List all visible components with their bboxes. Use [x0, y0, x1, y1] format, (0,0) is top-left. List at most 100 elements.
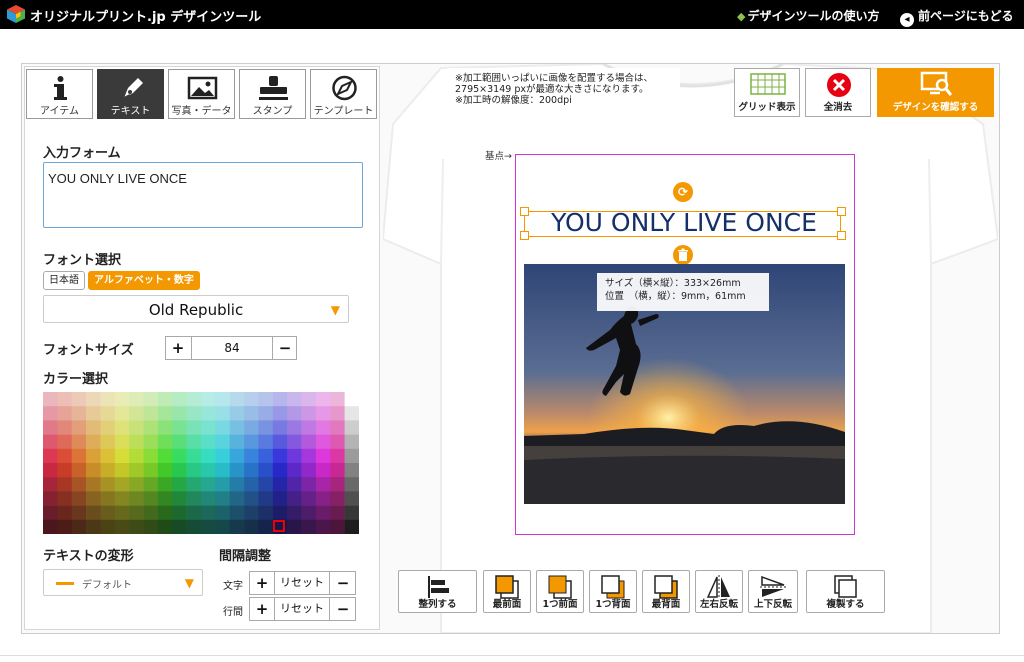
tab-stamp[interactable]: スタンプ	[239, 69, 306, 119]
color-swatch[interactable]	[71, 448, 87, 464]
color-swatch[interactable]	[100, 434, 116, 450]
color-swatch[interactable]	[43, 477, 58, 492]
color-swatch[interactable]	[315, 505, 331, 521]
color-swatch[interactable]	[143, 463, 159, 478]
color-swatch[interactable]	[100, 420, 116, 435]
tab-item[interactable]: アイテム	[26, 69, 93, 119]
color-swatch[interactable]	[315, 491, 331, 506]
color-swatch[interactable]	[186, 420, 202, 435]
char-spacing-plus-button[interactable]: +	[250, 572, 274, 594]
color-swatch[interactable]	[244, 463, 259, 478]
color-swatch[interactable]	[201, 519, 216, 534]
color-swatch[interactable]	[114, 505, 130, 521]
color-swatch[interactable]	[201, 392, 216, 407]
color-swatch[interactable]	[315, 434, 331, 450]
font-tab-alphanumeric[interactable]: アルファベット・数字	[88, 271, 200, 290]
color-swatch[interactable]	[143, 505, 159, 521]
color-swatch[interactable]	[215, 434, 231, 450]
color-swatch[interactable]	[229, 420, 245, 435]
color-swatch[interactable]	[186, 463, 202, 478]
color-swatch[interactable]	[229, 392, 245, 407]
color-swatch[interactable]	[244, 477, 259, 492]
color-swatch[interactable]	[330, 477, 345, 492]
color-swatch[interactable]	[157, 420, 173, 435]
color-swatch[interactable]	[114, 491, 130, 506]
color-swatch[interactable]	[114, 420, 130, 435]
color-swatch[interactable]	[157, 448, 173, 464]
color-swatch[interactable]	[272, 505, 288, 521]
text-input[interactable]	[43, 162, 363, 228]
color-swatch[interactable]	[301, 392, 317, 407]
color-swatch[interactable]	[71, 477, 87, 492]
color-swatch[interactable]	[215, 392, 231, 407]
tab-template[interactable]: テンプレート	[310, 69, 377, 119]
color-swatch[interactable]	[71, 420, 87, 435]
color-swatch[interactable]	[272, 463, 288, 478]
color-swatch[interactable]	[201, 448, 216, 464]
color-swatch[interactable]	[287, 434, 302, 450]
color-swatch[interactable]	[71, 491, 87, 506]
color-swatch[interactable]	[201, 420, 216, 435]
color-swatch[interactable]	[71, 434, 87, 450]
color-swatch[interactable]	[330, 392, 345, 407]
color-swatch[interactable]	[229, 491, 245, 506]
color-swatch[interactable]	[229, 463, 245, 478]
color-swatch[interactable]	[201, 434, 216, 450]
color-swatch[interactable]	[143, 491, 159, 506]
color-swatch[interactable]	[114, 434, 130, 450]
color-swatch[interactable]	[86, 420, 101, 435]
color-swatch[interactable]	[43, 463, 58, 478]
color-swatch[interactable]	[287, 463, 302, 478]
color-swatch[interactable]	[129, 491, 144, 506]
color-swatch[interactable]	[172, 505, 187, 521]
color-swatch[interactable]	[100, 491, 116, 506]
char-spacing-minus-button[interactable]: −	[331, 572, 355, 594]
color-swatch[interactable]	[301, 448, 317, 464]
color-swatch[interactable]	[43, 420, 58, 435]
color-swatch[interactable]	[244, 392, 259, 407]
color-swatch[interactable]	[315, 463, 331, 478]
color-swatch[interactable]	[201, 477, 216, 492]
rotate-handle-icon[interactable]: ⟳	[673, 182, 693, 202]
color-swatch[interactable]	[129, 406, 144, 421]
color-swatch[interactable]	[244, 406, 259, 421]
color-swatch[interactable]	[215, 491, 231, 506]
color-swatch[interactable]	[143, 477, 159, 492]
color-swatch[interactable]	[229, 434, 245, 450]
color-swatch[interactable]	[215, 505, 231, 521]
clear-all-button[interactable]: 全消去	[805, 68, 871, 117]
color-swatch[interactable]	[86, 505, 101, 521]
color-swatch[interactable]	[157, 505, 173, 521]
color-swatch[interactable]	[129, 519, 144, 534]
color-swatch[interactable]	[129, 448, 144, 464]
color-swatch[interactable]	[157, 477, 173, 492]
color-swatch[interactable]	[287, 477, 302, 492]
color-swatch[interactable]	[201, 505, 216, 521]
color-swatch[interactable]	[272, 420, 288, 435]
font-tab-japanese[interactable]: 日本語	[43, 271, 85, 290]
color-swatch[interactable]	[172, 519, 187, 534]
color-swatch[interactable]	[86, 477, 101, 492]
text-transform-dropdown[interactable]: デフォルト ▼	[43, 569, 203, 596]
color-swatch[interactable]	[57, 477, 73, 492]
color-swatch[interactable]	[186, 519, 202, 534]
color-swatch[interactable]	[201, 491, 216, 506]
color-swatch[interactable]	[315, 406, 331, 421]
color-swatch[interactable]	[71, 505, 87, 521]
line-spacing-reset-button[interactable]: リセット	[274, 598, 330, 620]
color-swatch[interactable]	[143, 448, 159, 464]
color-swatch[interactable]	[100, 505, 116, 521]
color-swatch[interactable]	[330, 491, 345, 506]
color-swatch[interactable]	[157, 406, 173, 421]
color-swatch[interactable]	[43, 406, 58, 421]
color-swatch[interactable]	[129, 392, 144, 407]
color-swatch[interactable]	[172, 477, 187, 492]
color-swatch[interactable]	[114, 392, 130, 407]
send-backward-button[interactable]: 1つ背面	[589, 570, 637, 613]
color-swatch[interactable]	[287, 392, 302, 407]
color-swatch[interactable]	[315, 448, 331, 464]
color-swatch[interactable]	[215, 463, 231, 478]
color-swatch[interactable]	[114, 463, 130, 478]
resize-handle-bottom-right[interactable]	[837, 231, 846, 240]
color-swatch[interactable]	[215, 406, 231, 421]
